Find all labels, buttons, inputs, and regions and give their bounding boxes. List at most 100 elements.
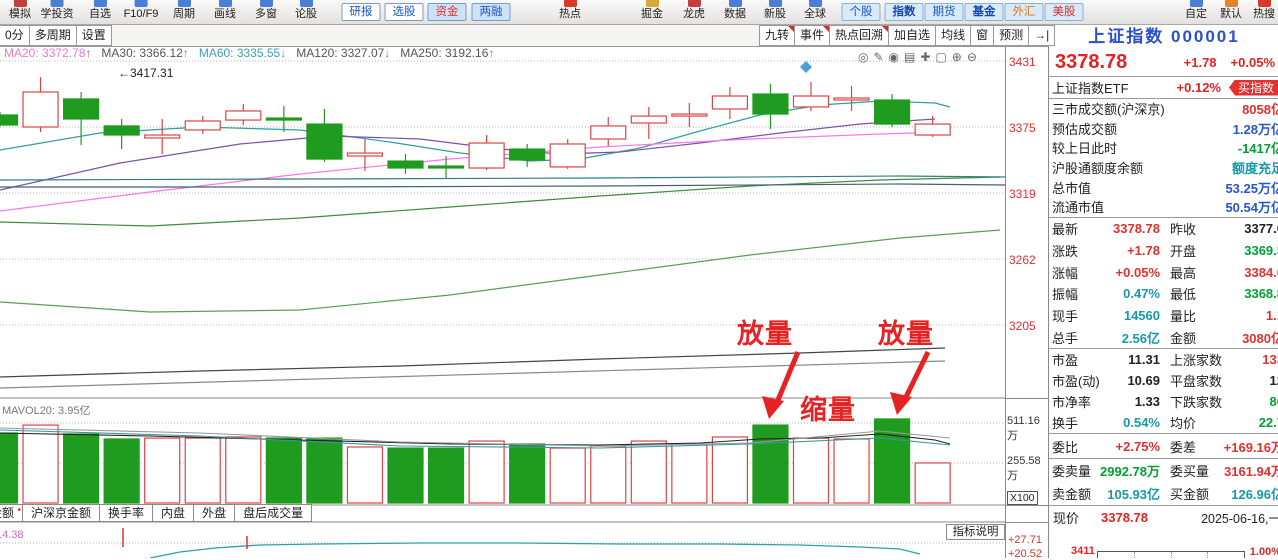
quote-value: 3368.8 xyxy=(1244,286,1278,302)
toolbar-item-default-layout[interactable]: 默认 xyxy=(1220,0,1242,24)
ma-value-label: MA20: 3372.78↑ xyxy=(4,46,92,60)
etf-row: 上证指数ETF +0.12% 买指数 xyxy=(1049,76,1278,99)
kline-chart-canvas[interactable] xyxy=(0,46,1005,558)
secondary-toolbar: 0分 多周期 设置 九转 事件 热点回溯 加自选 均线窗预测 →| xyxy=(0,24,1056,47)
trading-app-window: { "toolbar1": {"items": [ {"label":"模拟",… xyxy=(0,0,1278,560)
current-price-row: 现价 3378.78 2025-06-16,一 xyxy=(1049,505,1278,529)
toolbar-item-hot-search[interactable]: 热搜 xyxy=(1253,0,1275,24)
toolbar-button-stocks-tab[interactable]: 个股 xyxy=(841,3,881,21)
quote-label: 涨跌 xyxy=(1052,243,1079,259)
toolbar-item-label: 龙虎 xyxy=(683,8,705,20)
toolbar-button-funds-flow[interactable]: 资金 xyxy=(427,3,467,21)
toolbar-item-custom-layout[interactable]: 自定 xyxy=(1185,0,1207,24)
toolbar-item-data-center[interactable]: 数据 xyxy=(724,0,746,24)
sub-indicator-tick: +20.52 xyxy=(1008,548,1042,560)
window-toggle[interactable]: 窗 xyxy=(970,25,995,46)
toolbar-item-hot-topics[interactable]: 热点 xyxy=(559,0,581,24)
collapse-arrow[interactable]: →| xyxy=(1028,25,1056,46)
pencil-icon[interactable]: ✎ xyxy=(873,50,883,64)
tab-multi-period[interactable]: 多周期 xyxy=(28,25,77,46)
info-value: 1.28万亿 xyxy=(1232,121,1278,137)
toolbar-item-label: 论股 xyxy=(295,8,317,20)
hotspot-review[interactable]: 热点回溯 xyxy=(829,25,890,46)
tab-inner-volume[interactable]: 内盘 xyxy=(152,504,195,522)
toolbar-button-stock-picker[interactable]: 选股 xyxy=(384,3,424,21)
tab-settings[interactable]: 设置 xyxy=(75,25,112,46)
quote-value: 126.96亿 xyxy=(1231,487,1278,503)
toolbar-item-simulate[interactable]: 模拟 xyxy=(9,0,31,24)
quote-value: 3384.6 xyxy=(1244,264,1278,280)
quote-value: 0.54% xyxy=(1123,415,1160,431)
nine-turn[interactable]: 九转 xyxy=(759,25,796,46)
draw-line-icon xyxy=(218,0,232,7)
learn-invest-icon xyxy=(50,0,64,7)
volume-tick: 511.16万 xyxy=(1007,415,1040,442)
toolbar-button-forex-tab[interactable]: 外汇 xyxy=(1004,3,1044,21)
trend-arrow-icon: ↑ xyxy=(488,46,495,60)
tab-afterhours-volume[interactable]: 盘后成交量 xyxy=(234,504,313,522)
toolbar-item-global-markets[interactable]: 全球 xyxy=(804,0,826,24)
toolbar-button-us-stocks-tab[interactable]: 美股 xyxy=(1044,3,1084,21)
toolbar-item-f10-f9[interactable]: F10/F9 xyxy=(123,0,159,24)
quote-row: 现手 14560 量比 1.1 xyxy=(1049,305,1278,327)
quote-value: 2.56亿 xyxy=(1121,330,1160,346)
window-icon[interactable]: ▢ xyxy=(935,50,946,64)
eye-icon[interactable]: ◉ xyxy=(889,50,899,64)
toolbar-item-learn-invest[interactable]: 学投资 xyxy=(41,0,74,24)
toolbar-button-futures-tab[interactable]: 期货 xyxy=(924,3,964,21)
toolbar-item-gold-digging[interactable]: 掘金 xyxy=(641,0,663,24)
toolbar-item-label: 周期 xyxy=(173,8,195,20)
mini-chart-pct-tick: 1.00% xyxy=(1249,546,1278,558)
current-price-label: 现价 xyxy=(1053,511,1080,527)
default-layout-icon xyxy=(1224,0,1238,7)
info-row: 总市值 53.25万亿 xyxy=(1049,177,1278,197)
toolbar-button-research-report[interactable]: 研报 xyxy=(341,3,381,21)
tab-turnover[interactable]: 换手率 xyxy=(99,504,154,522)
toolbar-button-index-tab[interactable]: 指数 xyxy=(884,3,924,21)
toolbar-item-period[interactable]: 周期 xyxy=(173,0,195,24)
quote-row: 涨幅 +0.05% 最高 3384.6 xyxy=(1049,261,1278,283)
quote-label: 委差 xyxy=(1170,439,1197,455)
zoom-out-icon[interactable]: ⊖ xyxy=(967,50,977,64)
price-axis: X100 3431 3375 3319 3262 3205 511.16万 255.58万 +… xyxy=(1005,46,1049,560)
price-change: +1.78 xyxy=(1183,54,1217,70)
events[interactable]: 事件 xyxy=(794,25,831,46)
toolbar-item-watchlist[interactable]: 自选 xyxy=(89,0,111,24)
toolbar-item-label: 自选 xyxy=(89,8,111,20)
quote-value: 1.33 xyxy=(1134,394,1160,410)
tab-amount[interactable]: 金额• xyxy=(0,504,24,522)
quote-label: 最高 xyxy=(1170,265,1197,281)
tab-hsj-amount[interactable]: 沪深京金额 xyxy=(22,504,101,522)
period-icon xyxy=(177,0,191,7)
etf-change-pct: +0.12% xyxy=(1176,80,1221,95)
toolbar-item-draw-line[interactable]: 画线 xyxy=(214,0,236,24)
toolbar-button-margin-trading[interactable]: 两融 xyxy=(471,3,511,21)
f10-f9-icon xyxy=(134,0,148,7)
quote-label: 下跌家数 xyxy=(1170,395,1223,411)
indicator-help-button[interactable]: 指标说明 xyxy=(946,524,1005,540)
ma-toggle[interactable]: 均线 xyxy=(935,25,972,46)
toolbar-item-label: 学投资 xyxy=(40,8,74,20)
forecast[interactable]: 预测 xyxy=(993,25,1030,46)
toolbar-item-new-stocks[interactable]: 新股 xyxy=(764,0,786,24)
zoom-in-icon[interactable]: ⊕ xyxy=(952,50,962,64)
sub-indicator-value: 14.38 xyxy=(0,529,24,541)
quote-row: 市盈 11.31 上涨家数 133 xyxy=(1049,349,1278,370)
toolbar-button-funds-tab[interactable]: 基金 xyxy=(964,3,1004,21)
ma-value-label: MA250: 3192.16↑ xyxy=(400,46,495,60)
info-value: 53.25万亿 xyxy=(1225,180,1278,196)
quote-value: 3161.94万 xyxy=(1224,464,1278,480)
panel-icon[interactable]: ▤ xyxy=(904,50,915,64)
quote-value: 0.47% xyxy=(1123,286,1160,302)
toolbar-item-dragon-tiger[interactable]: 龙虎 xyxy=(683,0,705,24)
buy-index-button[interactable]: 买指数 xyxy=(1228,79,1278,96)
toolbar-item-label: F10/F9 xyxy=(123,8,159,20)
crosshair-icon[interactable]: ✚ xyxy=(920,50,930,64)
tab-minutes[interactable]: 0分 xyxy=(0,25,30,46)
add-watchlist[interactable]: 加自选 xyxy=(888,25,937,46)
toolbar-item-multi-window[interactable]: 多窗 xyxy=(255,0,277,24)
toolbar-item-label: 默认 xyxy=(1220,8,1242,20)
toolbar-item-stock-forum[interactable]: 论股 xyxy=(295,0,317,24)
target-icon[interactable]: ◎ xyxy=(858,50,868,64)
tab-outer-volume[interactable]: 外盘 xyxy=(193,504,236,522)
